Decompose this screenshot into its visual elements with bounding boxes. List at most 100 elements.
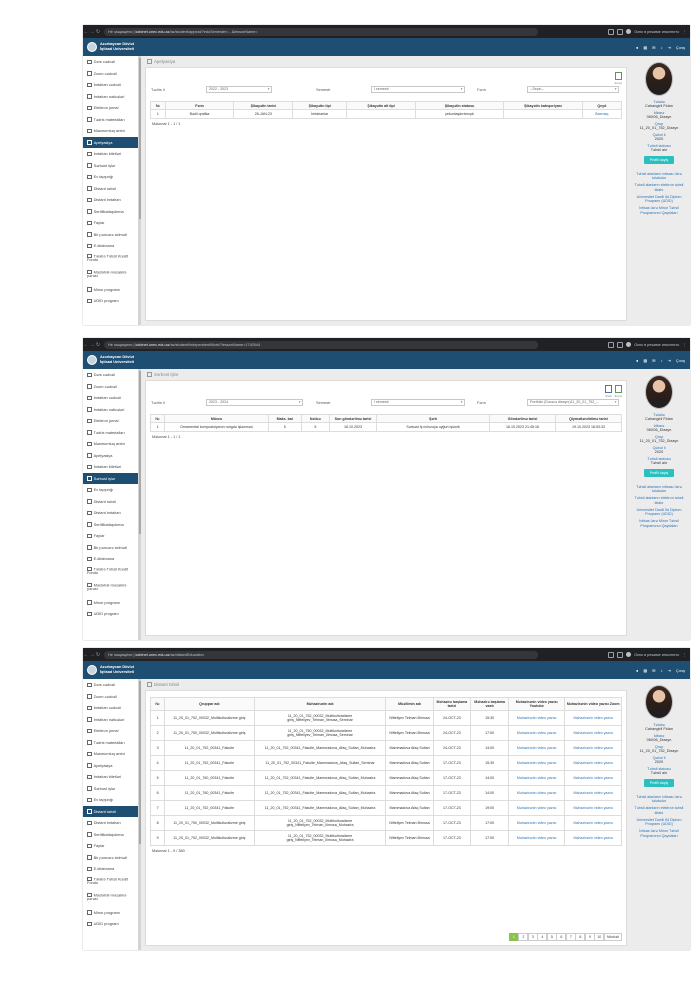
sidebar-item[interactable]: UDİD program	[83, 918, 138, 930]
address-bar[interactable]: Не защищено | kabinet.unec.edu.az/az/stu…	[104, 340, 538, 349]
sidebar-item[interactable]: Faylar	[83, 217, 138, 229]
sidebar-item[interactable]: Apelyasiya	[83, 136, 138, 148]
page-button[interactable]: 5	[546, 933, 557, 941]
profile-link[interactable]: Təhsil alanların elektron təhsil kitabı	[628, 496, 690, 505]
exit-icon[interactable]: ⇥	[668, 668, 671, 673]
profile-link[interactable]: Təhsil alanların ixtisası üzrə tələbələr	[628, 795, 690, 804]
sidebar-item[interactable]: Bir pəncərə xidməti	[83, 542, 138, 554]
subject-select[interactable]: --Seçin-- ▾	[527, 85, 619, 93]
sidebar-item[interactable]: İmtahan nəticələri	[83, 404, 138, 416]
mail-icon[interactable]: ✉	[652, 668, 655, 673]
page-button[interactable]: 2	[518, 933, 529, 941]
menu-icon[interactable]: ⋮	[682, 342, 686, 347]
sidebar-item[interactable]: Sərbəst işlər	[83, 160, 138, 172]
sidebar-item[interactable]: İmtahan biletləri	[83, 148, 138, 160]
sidebar-item[interactable]: Dərs cədvəli	[83, 56, 138, 68]
row-link[interactable]: Məhazirənin video yazısı	[564, 740, 622, 756]
sidepanel-icon[interactable]	[617, 28, 624, 35]
chat-icon[interactable]: ●	[636, 45, 638, 50]
page-button[interactable]: 8	[575, 933, 586, 941]
sidebar-item[interactable]: Ev tapşırığı	[83, 484, 138, 496]
exit-icon[interactable]: ⇥	[668, 358, 671, 363]
sidebar-item[interactable]: İmtahan nəticələri	[83, 714, 138, 726]
sidebar-item[interactable]: Dərs cədvəli	[83, 369, 138, 381]
sidebar-item[interactable]: Distant təhsil	[83, 183, 138, 195]
sidebar-item[interactable]: Distant imtahan	[83, 817, 138, 829]
sidebar-item[interactable]: E-kitabxana	[83, 863, 138, 875]
page-button[interactable]: 1	[508, 933, 519, 941]
page-button[interactable]: 4	[537, 933, 548, 941]
sidebar-item[interactable]: Zoom cədvəli	[83, 68, 138, 80]
sidebar-item[interactable]: İmtahan biletləri	[83, 461, 138, 473]
extension-icon[interactable]	[608, 341, 615, 348]
bell-icon[interactable]: ♪	[661, 358, 663, 363]
profile-link[interactable]: Təhsil alanların elektron təhsil kitabı	[628, 183, 690, 192]
sidebar-item[interactable]: Distant təhsil	[83, 805, 138, 817]
bell-icon[interactable]: ♪	[661, 45, 663, 50]
profile-link[interactable]: İxtisas üzrə Minor Təhsil Proqramının Qa…	[628, 206, 690, 215]
sidebar-item[interactable]: Tədris materialları	[83, 114, 138, 126]
sidebar-item[interactable]: Apelyasiya	[83, 450, 138, 462]
sidebar-item[interactable]: İmtahan nəticələri	[83, 91, 138, 103]
chat-icon[interactable]: ●	[636, 358, 638, 363]
row-link[interactable]: Məhazirənin video yazısı	[507, 785, 566, 801]
row-link[interactable]: Məhazirənin video yazısı	[564, 725, 622, 741]
sidebar-item[interactable]: Apelyasiya	[83, 760, 138, 772]
scrollbar[interactable]	[138, 369, 141, 640]
sidebar-item[interactable]: Sertifikatlaşdırma	[83, 519, 138, 531]
row-link[interactable]: Məhazirənin video yazısı	[564, 815, 622, 831]
sidebar-item[interactable]: Bir pəncərə xidməti	[83, 852, 138, 864]
semester-select[interactable]: I semestr ▾	[371, 85, 465, 93]
sidebar-item[interactable]: UDİD program	[83, 608, 138, 620]
stats-export-button[interactable]: Stats	[605, 385, 612, 398]
sidebar-item[interactable]: İmtahan cədvəli	[83, 702, 138, 714]
sidebar-item[interactable]: Dərs cədvəli	[83, 679, 138, 691]
sidebar-item[interactable]: Tələbə Təhsil Kredit Fondu	[83, 875, 138, 891]
exit-label[interactable]: Çıxış	[676, 668, 685, 673]
row-link[interactable]: Məhazirənin video yazısı	[507, 725, 566, 741]
row-link[interactable]: Məhazirənin video yazısı	[507, 740, 566, 756]
sidebar-item[interactable]: Məsləhət-məzakirə pərəsi	[83, 581, 138, 597]
sidebar-item[interactable]: Minor programı	[83, 597, 138, 609]
row-link[interactable]: Məhazirənin video yazısı	[507, 800, 566, 816]
address-bar[interactable]: Не защищено | kabinet.unec.edu.az/az/dis…	[104, 650, 538, 659]
apps-icon[interactable]: ▦	[643, 358, 647, 363]
sidebar-item[interactable]: Zoom cədvəli	[83, 691, 138, 703]
row-link[interactable]: Məhazirənin video yazısı	[564, 770, 622, 786]
sidebar-item[interactable]: Faylar	[83, 530, 138, 542]
sidepanel-icon[interactable]	[617, 341, 624, 348]
chat-icon[interactable]: ●	[636, 668, 638, 673]
subject-select[interactable]: Portfolio (Dərəcə dizaynı)11_20_01_752_.…	[527, 398, 619, 406]
sidebar-item[interactable]: Faylar	[83, 840, 138, 852]
extension-icon[interactable]	[608, 28, 615, 35]
apps-icon[interactable]: ▦	[643, 668, 647, 673]
reload-icon[interactable]: ↻	[95, 342, 101, 348]
edit-profile-button[interactable]: Profili dəyiş	[643, 156, 675, 164]
bell-icon[interactable]: ♪	[661, 668, 663, 673]
sidebar-item[interactable]: Zoom cədvəli	[83, 381, 138, 393]
sidebar-item[interactable]: Sertifikatlaşdırma	[83, 206, 138, 218]
excel-export-button[interactable]: Excel	[615, 72, 622, 85]
sidebar-item[interactable]: Distant təhsil	[83, 496, 138, 508]
sidebar-item[interactable]: İmtahan cədvəli	[83, 392, 138, 404]
page-button[interactable]: 7	[565, 933, 576, 941]
sidebar-item[interactable]: Distant imtahan	[83, 507, 138, 519]
excel-export-button[interactable]: Excel	[615, 385, 622, 398]
extension-icon[interactable]	[608, 651, 615, 658]
profile-link[interactable]: Təhsil alanların ixtisası üzrə tələbələr	[628, 172, 690, 181]
edit-profile-button[interactable]: Profili dəyiş	[643, 469, 675, 477]
profile-link[interactable]: Təhsil alanların elektron təhsil kitabı	[628, 806, 690, 815]
profile-link[interactable]: Təhsil alanların ixtisası üzrə tələbələr	[628, 485, 690, 494]
row-link[interactable]: Baxmaq	[581, 109, 623, 119]
sidebar-item[interactable]: Məsmumluq arxivi	[83, 748, 138, 760]
sidebar-item[interactable]: Sərbəst işlər	[83, 472, 138, 484]
row-link[interactable]: Məhazirənin video yazısı	[564, 755, 622, 771]
row-link[interactable]: Məhazirənin video yazısı	[507, 815, 566, 831]
page-button[interactable]: 10	[594, 933, 605, 941]
sidebar-item[interactable]: Məsləhət-məzakirə pərəsi	[83, 268, 138, 284]
row-link[interactable]: Məhazirənin video yazısı	[564, 710, 622, 726]
row-link[interactable]: Məhazirənin video yazısı	[507, 770, 566, 786]
sidebar-item[interactable]: Elektron jurnal	[83, 102, 138, 114]
sidebar-item[interactable]: Ev tapşırığı	[83, 794, 138, 806]
sidebar-item[interactable]: Minor programı	[83, 907, 138, 919]
